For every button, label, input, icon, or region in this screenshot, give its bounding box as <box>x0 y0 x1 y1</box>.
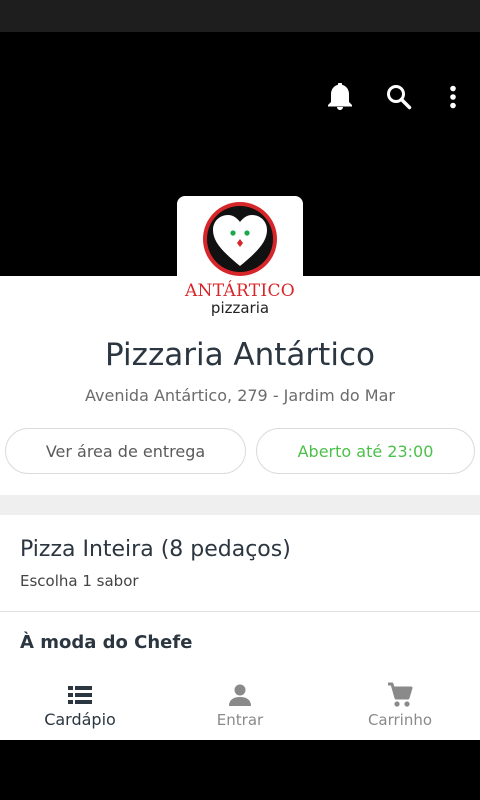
open-status-button[interactable]: Aberto até 23:00 <box>256 428 475 474</box>
divider-line <box>0 611 480 612</box>
penguin-heart-logo-icon <box>203 202 277 276</box>
section-divider <box>0 495 480 515</box>
bell-icon[interactable] <box>327 82 353 112</box>
system-navigation-bar <box>0 740 480 800</box>
menu-section-title: Pizza Inteira (8 pedaços) <box>20 537 291 562</box>
menu-category-title: À moda do Chefe <box>20 632 193 653</box>
logo-brand-text: ANTÁRTICO <box>184 281 296 301</box>
cart-icon <box>320 682 480 708</box>
nav-label: Carrinho <box>367 711 433 729</box>
logo-sub-text: pizzaria <box>210 299 270 317</box>
store-address: Avenida Antártico, 279 - Jardim do Mar <box>85 386 395 405</box>
nav-item-carrinho[interactable]: Carrinho <box>320 668 480 740</box>
nav-item-cardapio[interactable]: Cardápio <box>0 668 160 740</box>
nav-label: Entrar <box>216 711 264 729</box>
more-vert-icon[interactable] <box>440 82 466 112</box>
delivery-area-button[interactable]: Ver área de entrega <box>5 428 246 474</box>
store-name: Pizzaria Antártico <box>105 337 375 373</box>
person-icon <box>160 682 320 708</box>
nav-label: Cardápio <box>44 710 116 729</box>
nav-item-entrar[interactable]: Entrar <box>160 668 320 740</box>
status-bar <box>0 0 480 32</box>
store-logo: ANTÁRTICO pizzaria <box>177 196 303 320</box>
search-icon[interactable] <box>386 82 412 112</box>
bottom-navigation: Cardápio Entrar Carrinho <box>0 668 480 740</box>
menu-section-subtitle: Escolha 1 sabor <box>20 572 139 590</box>
list-icon <box>0 682 160 708</box>
